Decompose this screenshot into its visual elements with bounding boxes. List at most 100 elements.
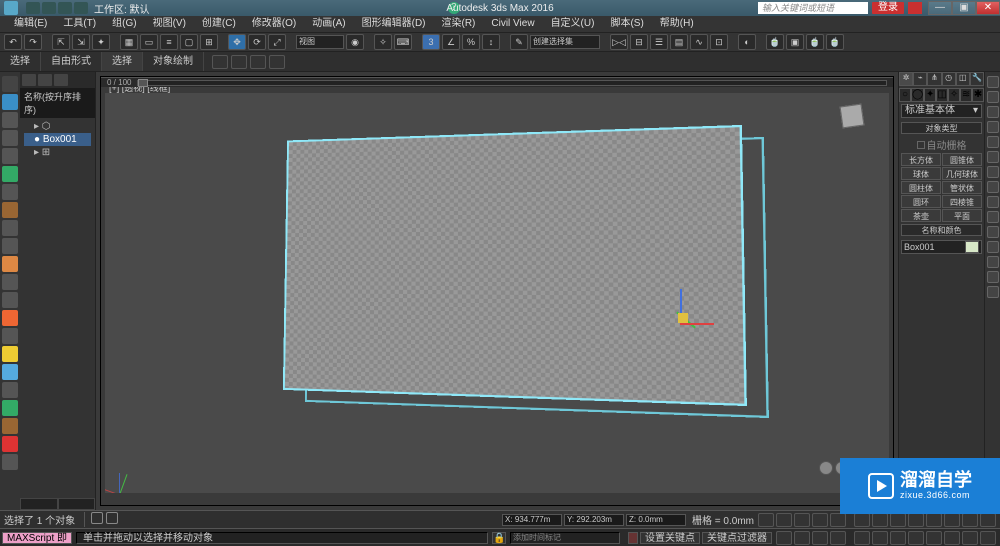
btn-box[interactable]: 长方体 — [901, 153, 941, 166]
lt-icon-12[interactable] — [2, 292, 18, 308]
zoom-icon[interactable] — [872, 513, 888, 527]
play-icon[interactable] — [794, 513, 810, 527]
scene-tb-3[interactable] — [54, 74, 68, 86]
goto-end-icon[interactable] — [830, 513, 846, 527]
link-icon[interactable]: ⇱ — [52, 34, 70, 50]
ribbon-icon-1[interactable] — [212, 55, 228, 69]
maxscript-listener[interactable]: MAXScript 即 — [2, 532, 72, 544]
tab-modify-icon[interactable]: ⌁ — [913, 72, 927, 86]
lt-modify-icon[interactable] — [2, 112, 18, 128]
toggle-ribbon-icon[interactable]: ▤ — [670, 34, 688, 50]
maximize-button[interactable]: ▣ — [952, 1, 976, 15]
login-button[interactable]: 登录 — [872, 2, 904, 14]
lt-light-icon[interactable] — [2, 256, 18, 272]
menu-create[interactable]: 创建(C) — [194, 16, 244, 32]
lt-sun-icon[interactable] — [2, 346, 18, 362]
spinner-snap-icon[interactable]: ↕ — [482, 34, 500, 50]
vc-5-icon[interactable] — [926, 531, 942, 545]
qat-link-icon[interactable] — [74, 2, 88, 14]
wheel-1-icon[interactable] — [819, 461, 833, 475]
nav-extra-2-icon[interactable] — [980, 513, 996, 527]
lt-icon-17[interactable] — [2, 382, 18, 398]
curve-editor-icon[interactable]: ∿ — [690, 34, 708, 50]
menu-customize[interactable]: 自定义(U) — [543, 16, 603, 32]
select-name-icon[interactable]: ≡ — [160, 34, 178, 50]
redo-icon[interactable]: ↷ — [24, 34, 42, 50]
qat-redo-icon[interactable] — [58, 2, 72, 14]
scene-tree[interactable]: ▸ ⬡ ● Box001 ▸ ⊞ — [20, 118, 95, 498]
lt-hierarchy-icon[interactable] — [2, 130, 18, 146]
tab-display-icon[interactable]: ◫ — [956, 72, 970, 86]
time-tag-input[interactable]: 添加时间标记 — [510, 532, 620, 544]
render-prod-icon[interactable]: 🍵 — [826, 34, 844, 50]
isolate-icon[interactable] — [91, 512, 103, 524]
ribbon-tab-paint[interactable]: 对象绘制 — [143, 52, 204, 71]
tree-node-box001[interactable]: ● Box001 — [24, 133, 91, 146]
select-object-icon[interactable]: ▭ — [140, 34, 158, 50]
schematic-icon[interactable]: ⊡ — [710, 34, 728, 50]
tab-utilities-icon[interactable]: 🔧 — [970, 72, 984, 86]
tab-hierarchy-icon[interactable]: ⋔ — [927, 72, 941, 86]
tc-1-icon[interactable] — [776, 531, 792, 545]
object-box001[interactable] — [285, 129, 745, 429]
manipulate-icon[interactable]: ✧ — [374, 34, 392, 50]
menu-tools[interactable]: 工具(T) — [55, 16, 104, 32]
scene-tb-2[interactable] — [38, 74, 52, 86]
max-viewport-icon[interactable] — [944, 513, 960, 527]
angle-snap-icon[interactable]: ∠ — [442, 34, 460, 50]
ribbon-icon-3[interactable] — [250, 55, 266, 69]
rs-icon-5[interactable] — [987, 136, 999, 148]
menu-animation[interactable]: 动画(A) — [304, 16, 353, 32]
rs-icon-2[interactable] — [987, 91, 999, 103]
rs-icon-9[interactable] — [987, 196, 999, 208]
rotate-icon[interactable]: ⟳ — [248, 34, 266, 50]
btn-cylinder[interactable]: 圆柱体 — [901, 181, 941, 194]
lt-icon-16[interactable] — [2, 364, 18, 380]
btn-tube[interactable]: 管状体 — [942, 181, 982, 194]
cat-helpers-icon[interactable]: ✧ — [948, 88, 960, 102]
app-icon[interactable] — [4, 1, 18, 15]
lt-icon-9[interactable] — [2, 238, 18, 254]
expand-icon[interactable]: ▸ — [34, 121, 39, 132]
pan-icon[interactable] — [854, 513, 870, 527]
undo-icon[interactable]: ↶ — [4, 34, 22, 50]
vc-7-icon[interactable] — [962, 531, 978, 545]
percent-snap-icon[interactable]: % — [462, 34, 480, 50]
render-setup-icon[interactable]: 🍵 — [766, 34, 784, 50]
cat-shapes-icon[interactable]: ◯ — [911, 88, 924, 102]
lt-icon-21[interactable] — [2, 454, 18, 470]
lt-icon-18[interactable] — [2, 400, 18, 416]
ribbon-icon-4[interactable] — [269, 55, 285, 69]
rs-icon-12[interactable] — [987, 241, 999, 253]
prev-frame-icon[interactable] — [776, 513, 792, 527]
viewport-canvas[interactable] — [105, 93, 889, 493]
tree-node-group[interactable]: ▸ ⊞ — [24, 146, 91, 159]
btn-sphere[interactable]: 球体 — [901, 167, 941, 180]
rs-icon-14[interactable] — [987, 271, 999, 283]
lt-icon-11[interactable] — [2, 274, 18, 290]
vc-3-icon[interactable] — [890, 531, 906, 545]
lt-icon-20[interactable] — [2, 436, 18, 452]
timeline-thumb[interactable] — [138, 79, 148, 87]
move-icon[interactable]: ✥ — [228, 34, 246, 50]
rs-icon-1[interactable] — [987, 76, 999, 88]
rollout-name-color[interactable]: 名称和颜色 — [901, 224, 982, 236]
ribbon-tab-select[interactable]: 选择 — [0, 52, 41, 71]
tree-root[interactable]: ▸ ⬡ — [24, 120, 91, 133]
autogrid-checkbox[interactable]: 自动栅格 — [899, 137, 984, 152]
window-crossing-icon[interactable]: ⊞ — [200, 34, 218, 50]
rs-icon-13[interactable] — [987, 256, 999, 268]
gizmo-x-axis[interactable] — [680, 323, 714, 325]
orbit-icon[interactable] — [926, 513, 942, 527]
btn-plane[interactable]: 平面 — [942, 209, 982, 222]
btn-cone[interactable]: 圆锥体 — [942, 153, 982, 166]
coord-z-input[interactable] — [626, 514, 686, 526]
lock-sel-icon[interactable] — [106, 512, 118, 524]
viewcube[interactable] — [841, 105, 871, 135]
vc-4-icon[interactable] — [908, 531, 924, 545]
viewport[interactable]: [+] [透视] [线框] — [100, 76, 894, 506]
mirror-icon[interactable]: ▷◁ — [610, 34, 628, 50]
cat-space-icon[interactable]: ≋ — [960, 88, 972, 102]
timeline-track[interactable] — [137, 80, 887, 86]
select-filter-icon[interactable]: ▦ — [120, 34, 138, 50]
